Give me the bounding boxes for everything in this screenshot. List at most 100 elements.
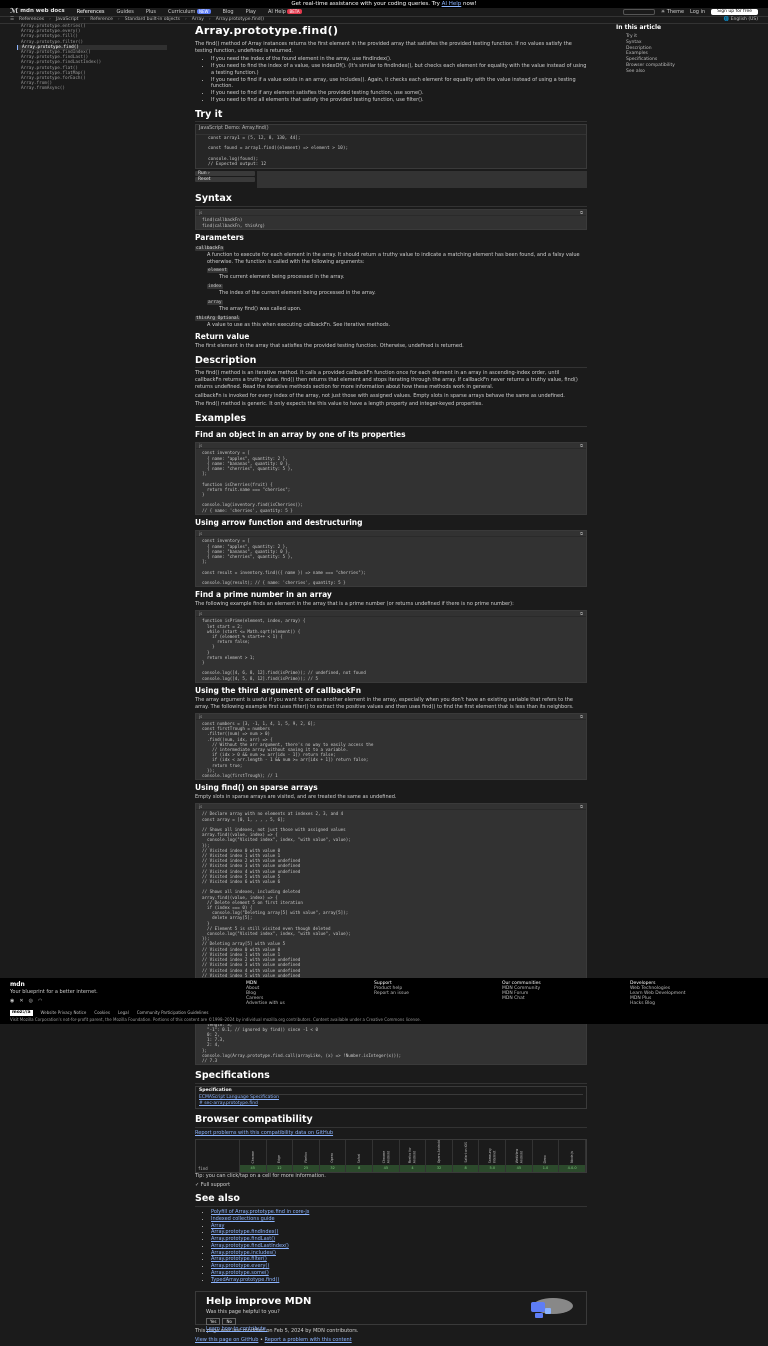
helpful-yes-button[interactable]: Yes [206, 1317, 221, 1325]
argument-description: The array find() was called upon. [219, 306, 302, 313]
example-description: The array argument is useful if you want… [195, 697, 574, 710]
see-also-link[interactable]: Array.prototype.every() [211, 1263, 269, 1269]
compat-cell[interactable]: Firefox for Android 4 [399, 1139, 427, 1172]
language-selector[interactable]: 🌐 English (US) [724, 17, 758, 23]
see-also-link[interactable]: Polyfill of Array.prototype.find in core… [211, 1209, 309, 1215]
nav-blog[interactable]: Blog [223, 9, 234, 16]
footer-link[interactable]: MDN Chat [502, 996, 630, 1001]
report-compat-link[interactable]: Report problems with this compatibility … [195, 1130, 333, 1136]
copy-icon[interactable]: ⧉ [580, 443, 583, 448]
see-also-link[interactable]: Array.prototype.filter() [211, 1256, 267, 1262]
copy-icon[interactable]: ⧉ [580, 611, 583, 616]
see-also-link[interactable]: Array [211, 1223, 224, 1229]
support-version: 12 [266, 1165, 293, 1172]
nav-play[interactable]: Play [246, 9, 256, 16]
copy-icon[interactable]: ⧉ [580, 804, 583, 809]
run-button[interactable]: Run › [195, 171, 255, 177]
footer-link[interactable]: Hacks Blog [630, 1001, 758, 1006]
report-problem-link[interactable]: Report a problem with this content [265, 1337, 352, 1343]
ai-help-link[interactable]: AI Help [442, 1, 462, 7]
breadcrumb-item[interactable]: Reference [90, 17, 113, 23]
compat-cell[interactable]: Edge 12 [266, 1139, 294, 1172]
compat-cell[interactable]: Samsung Internet 5.0 [479, 1139, 507, 1172]
breadcrumb-item[interactable]: Array.prototype.find() [216, 17, 264, 23]
signup-button[interactable]: Sign up for free [711, 9, 758, 15]
nav-ai-help[interactable]: AI Help BETA [268, 8, 302, 16]
footer-link[interactable]: Website Privacy Notice [41, 1010, 87, 1015]
mdn-logo[interactable]: ℳmdn web docs [10, 7, 65, 16]
footer-link[interactable]: Cookies [94, 1010, 110, 1015]
compat-cell[interactable]: Deno 1.0 [532, 1139, 560, 1172]
see-also-link[interactable]: Array.prototype.some() [211, 1270, 269, 1276]
footer-link[interactable]: Legal [118, 1010, 129, 1015]
help-improve-box: Help improve MDN Was this page helpful t… [195, 1291, 587, 1332]
copy-icon[interactable]: ⧉ [580, 210, 583, 215]
spec-link[interactable]: ECMAScript Language Specification [199, 1095, 279, 1100]
footer-link[interactable]: Advertise with us [246, 1001, 374, 1006]
compat-cell[interactable]: Chrome 45 [239, 1139, 267, 1172]
footer-logo[interactable]: mdn [10, 981, 246, 989]
compat-table: find Chrome 45 Edge 12 Firefox 25 Opera 32 Safari… [195, 1138, 587, 1173]
spec-anchor-link[interactable]: # sec-array.prototype.find [199, 1101, 258, 1106]
intro-bullet: If you need to find if any element satis… [211, 90, 587, 97]
rss-icon[interactable]: ◠ [38, 998, 42, 1005]
reset-button[interactable]: Reset [195, 177, 255, 183]
login-link[interactable]: Log in [690, 9, 705, 16]
footer-column: Developers Web Technologies Learn Web Deve… [630, 981, 758, 1021]
support-version: 5.0 [479, 1165, 506, 1172]
view-github-link[interactable]: View this page on GitHub [195, 1337, 258, 1343]
breadcrumb-item[interactable]: Array [192, 17, 204, 23]
specifications-table: Specification ECMAScript Language Specif… [195, 1086, 587, 1110]
theme-button[interactable]: ☀ Theme [661, 9, 684, 16]
nav-plus[interactable]: Plus [146, 9, 156, 16]
mozilla-logo[interactable]: moz://a [10, 1009, 33, 1016]
see-also-link[interactable]: Array.prototype.findIndex() [211, 1229, 278, 1235]
compat-cell[interactable]: Chrome Android 45 [373, 1139, 400, 1172]
argument-name: element [207, 268, 228, 274]
compat-cell[interactable]: Safari on iOS 8 [452, 1139, 480, 1172]
compat-cell[interactable]: Firefox 25 [293, 1139, 320, 1172]
example-code-block: js ⧉ const numbers = [3, -1, 1, 4, 1, 5, 9… [195, 712, 587, 781]
toc-item[interactable]: See also [616, 69, 756, 75]
footer-link[interactable]: Community Participation Guidelines [137, 1010, 209, 1015]
copy-icon[interactable]: ⧉ [580, 531, 583, 536]
helpful-no-button[interactable]: No [222, 1317, 236, 1325]
compat-cell[interactable]: Opera 32 [319, 1139, 347, 1172]
footer-link[interactable]: Report an issue [374, 991, 502, 996]
browser-name: Opera Android [436, 1139, 441, 1164]
see-also-link[interactable]: Array.prototype.findLast() [211, 1236, 275, 1242]
see-also-link[interactable]: Indexed collections guide [211, 1216, 275, 1222]
support-version: 45 [506, 1165, 532, 1172]
compat-feature-label: find [198, 1166, 208, 1172]
intro-bullet: If you need to find all elements that sa… [211, 97, 587, 104]
sidebar-toggle-icon[interactable]: ☰ [10, 17, 14, 23]
copy-icon[interactable]: ⧉ [580, 714, 583, 719]
compat-cell[interactable]: WebView Android 45 [506, 1139, 533, 1172]
tryit-heading: Try it [195, 109, 587, 123]
see-also-link[interactable]: TypedArray.prototype.find() [211, 1277, 279, 1283]
breadcrumb-item[interactable]: References [19, 17, 44, 23]
interactive-editor[interactable]: JavaScript Demo: Array.find() const arra… [195, 124, 587, 170]
editor-code[interactable]: const array1 = [5, 12, 8, 130, 44]; cons… [196, 135, 586, 168]
support-version: 25 [293, 1165, 319, 1172]
see-also-link[interactable]: Array.prototype.findLastIndex() [211, 1243, 289, 1249]
x-icon[interactable]: ✕ [19, 998, 23, 1005]
mastodon-icon[interactable]: ◉ [10, 998, 14, 1005]
nav-guides[interactable]: Guides [117, 9, 134, 16]
breadcrumb-item[interactable]: Standard built-in objects [125, 17, 180, 23]
sidebar-item[interactable]: Array.fromAsync() [17, 86, 167, 91]
console-output [257, 171, 587, 189]
nav-references[interactable]: References [77, 9, 105, 16]
search-input[interactable] [622, 9, 655, 15]
intro-text: The find() method of Array instances ret… [195, 40, 572, 54]
nav-curriculum[interactable]: Curriculum NEW [168, 8, 211, 16]
github-icon[interactable]: ◎ [29, 998, 33, 1005]
see-also-link[interactable]: Array.prototype.includes() [211, 1250, 276, 1256]
compat-cell[interactable]: Node.js 4.0.0 [559, 1139, 586, 1172]
mdn-mascot-illustration [531, 1298, 573, 1319]
breadcrumb-item[interactable]: JavaScript [56, 17, 79, 23]
contribute-link[interactable]: Learn how to contribute. [206, 1326, 267, 1332]
compat-cell[interactable]: Opera Android 32 [426, 1139, 453, 1172]
compat-cell[interactable]: Safari 8 [346, 1139, 374, 1172]
browser-name: Node.js [569, 1151, 574, 1164]
